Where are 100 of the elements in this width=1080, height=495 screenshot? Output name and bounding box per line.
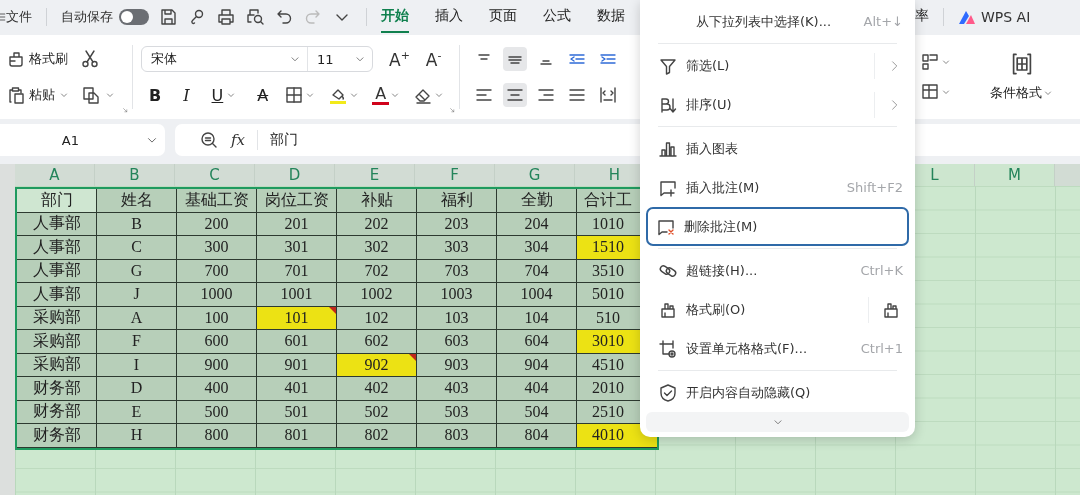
ribbon-tab[interactable]: 率: [915, 0, 929, 33]
table-cell: 财务部: [17, 400, 97, 424]
align-center-icon[interactable]: [503, 83, 527, 107]
function-button[interactable]: fx: [231, 131, 245, 149]
table-cell: 1004: [497, 283, 577, 307]
ai-button[interactable]: WPS AI: [958, 5, 1031, 28]
ribbon-tab[interactable]: 开始: [381, 0, 409, 33]
table-cell: 人事部: [17, 259, 97, 283]
table-cell: B: [97, 212, 177, 236]
ribbon-tab[interactable]: 页面: [489, 0, 517, 33]
table-cell: 602: [337, 330, 417, 354]
table-cell: 400: [177, 377, 257, 401]
table-cell: 704: [497, 259, 577, 283]
copy-button[interactable]: [81, 85, 115, 105]
table-cell: 803: [417, 424, 497, 448]
shield-icon: [658, 382, 678, 403]
print-icon[interactable]: [216, 6, 236, 27]
menu-item[interactable]: 从下拉列表中选择(K)... Alt+↓: [648, 2, 907, 41]
table-cell: 802: [337, 424, 417, 448]
table-cell: 503: [417, 400, 497, 424]
italic-button[interactable]: I: [183, 85, 190, 105]
ribbon-tab[interactable]: 插入: [435, 0, 463, 33]
autosave-toggle[interactable]: [119, 8, 149, 25]
table-cell: 200: [177, 212, 257, 236]
cut-icon[interactable]: [80, 49, 100, 69]
table-cell: 福利: [417, 189, 497, 213]
table-cell: 203: [417, 212, 497, 236]
table-cell: 703: [417, 259, 497, 283]
shortcut-text: Ctrl+1: [860, 341, 903, 356]
table-cell: 1000: [177, 283, 257, 307]
strikethrough-button[interactable]: A: [257, 85, 269, 105]
table-cell: 岗位工资: [257, 189, 337, 213]
format-painter-button[interactable]: 格式刷: [6, 49, 68, 69]
table-cell: 人事部: [17, 212, 97, 236]
table-cell: 702: [337, 259, 417, 283]
menu-item[interactable]: 排序(U): [648, 85, 907, 124]
table-cell: 财务部: [17, 377, 97, 401]
underline-button[interactable]: U: [211, 85, 224, 105]
cell-format-icon: [658, 338, 678, 359]
table-cell: 姓名: [97, 189, 177, 213]
table-cell: 1002: [337, 283, 417, 307]
bold-button[interactable]: B: [149, 85, 162, 105]
table-cell: 303: [417, 236, 497, 260]
shortcut-text: Alt+↓: [863, 14, 903, 29]
table-cell: 采购部: [17, 353, 97, 377]
table-cell: 903: [417, 353, 497, 377]
table-cell: 202: [337, 212, 417, 236]
table-cell: 900: [177, 353, 257, 377]
table-cell: 人事部: [17, 283, 97, 307]
table-cell: 部门: [17, 189, 97, 213]
table-cell: 301: [257, 236, 337, 260]
clipboard-icon: [6, 85, 26, 105]
table-cell: 700: [177, 259, 257, 283]
layout-icon[interactable]: [920, 52, 940, 72]
table-cell: 人事部: [17, 236, 97, 260]
table-cell: 201: [257, 212, 337, 236]
table-cell: I: [97, 353, 177, 377]
ribbon-tab[interactable]: 公式: [543, 0, 571, 33]
table-cell: 1001: [257, 283, 337, 307]
table-cell: 404: [497, 377, 577, 401]
table-cell: D: [97, 377, 177, 401]
table-cell: 401: [257, 377, 337, 401]
table-cell: 基础工资: [177, 189, 257, 213]
ribbon-tab[interactable]: 数据: [597, 0, 625, 33]
shrink-font-button[interactable]: A$^{-}$: [425, 48, 442, 70]
search-icon[interactable]: [199, 130, 219, 150]
table-cell: 402: [337, 377, 417, 401]
column-header[interactable]: M: [975, 164, 1055, 186]
table-cell: J: [97, 283, 177, 307]
borders-icon[interactable]: [284, 85, 305, 105]
menu-item[interactable]: 筛选(L): [648, 46, 907, 85]
table-cell: 403: [417, 377, 497, 401]
name-box[interactable]: A1: [0, 124, 165, 156]
menu-item[interactable]: 删除批注(M): [646, 207, 909, 246]
table-cell: 603: [417, 330, 497, 354]
table-cell: H: [97, 424, 177, 448]
font-size-dropdown[interactable]: 11: [308, 47, 372, 71]
paste-button[interactable]: 粘贴: [6, 85, 69, 105]
shortcut-text: Ctrl+K: [860, 263, 903, 278]
copy-icon: [81, 85, 101, 105]
table-cell: 600: [177, 330, 257, 354]
table-cell: 500: [177, 400, 257, 424]
font-dropdown[interactable]: 宋体: [142, 47, 308, 71]
table-cell: 103: [417, 306, 497, 330]
table-cell: C: [97, 236, 177, 260]
file-menu[interactable]: 文件: [6, 7, 32, 26]
align-middle-icon[interactable]: [503, 47, 527, 71]
grow-font-button[interactable]: A$^{+}$: [389, 48, 410, 70]
table-cell: G: [97, 259, 177, 283]
table-cell: 701: [257, 259, 337, 283]
font-color-button[interactable]: A: [372, 85, 390, 105]
save-icon[interactable]: [158, 6, 178, 27]
table-icon[interactable]: [920, 82, 940, 102]
formula-input[interactable]: 部门: [270, 131, 298, 149]
print-preview-icon[interactable]: [245, 6, 265, 27]
table-cell: 800: [177, 424, 257, 448]
conditional-format-button[interactable]: 条件格式: [990, 52, 1053, 102]
table-cell: 204: [497, 212, 577, 236]
table-cell: 601: [257, 330, 337, 354]
table-cell: A: [97, 306, 177, 330]
